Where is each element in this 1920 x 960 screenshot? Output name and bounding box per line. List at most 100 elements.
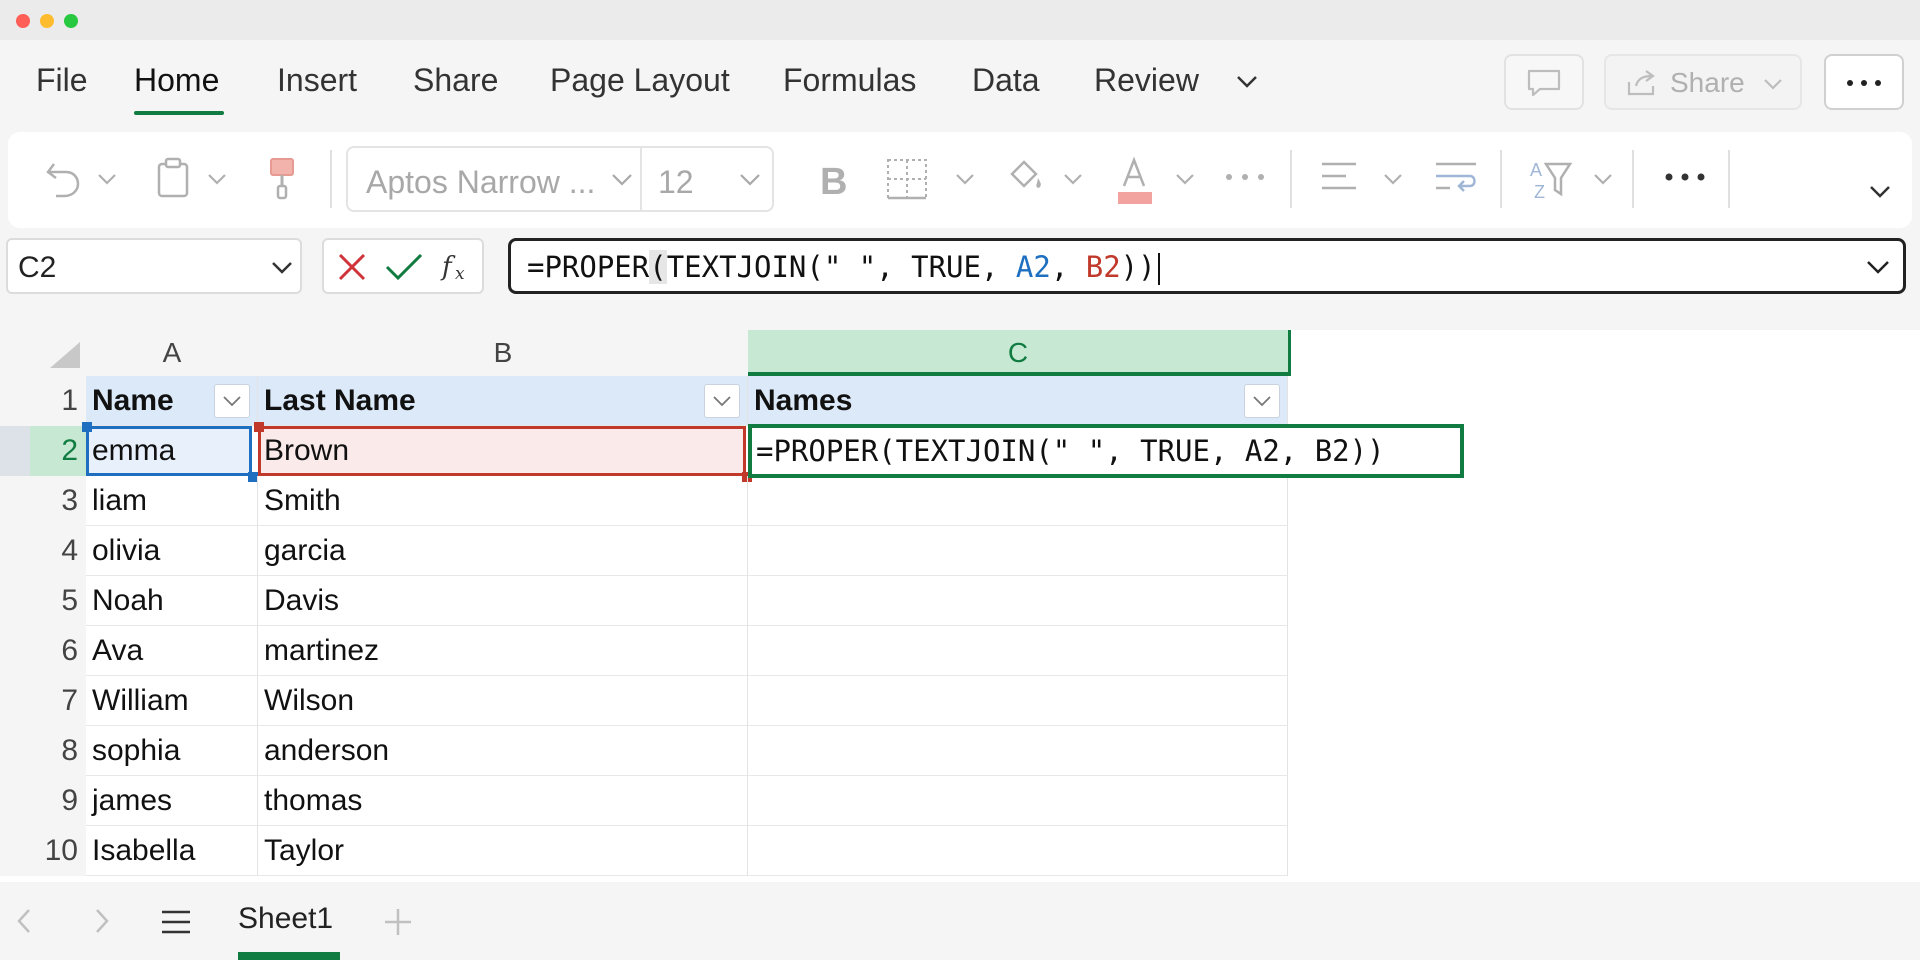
undo-icon[interactable] [44, 156, 84, 200]
more-commands-icon[interactable] [1664, 172, 1706, 182]
cell-c3[interactable] [748, 476, 1288, 526]
cell-c5[interactable] [748, 576, 1288, 626]
table-header-cell[interactable]: Names [748, 376, 1288, 426]
formula-bar-input[interactable]: =PROPER(TEXTJOIN(" ", TRUE, A2, B2)) [508, 238, 1906, 294]
cell-a2[interactable]: emma [86, 426, 258, 476]
cell-b10[interactable]: Taylor [258, 826, 748, 876]
row-header[interactable]: 8 [0, 726, 86, 776]
font-color-icon[interactable] [1116, 156, 1154, 206]
cell-a9[interactable]: james [86, 776, 258, 826]
font-name-chevron-icon[interactable] [610, 172, 634, 188]
insert-function-icon[interactable]: f x [440, 249, 476, 285]
select-all-corner[interactable] [0, 330, 86, 376]
row-header-selected[interactable]: 2 [0, 426, 86, 476]
maximize-window-button[interactable] [64, 14, 78, 28]
tab-home[interactable]: Home [134, 62, 219, 99]
cell-c9[interactable] [748, 776, 1288, 826]
borders-icon[interactable] [884, 156, 930, 202]
comments-button[interactable] [1504, 54, 1584, 110]
cell-a5[interactable]: Noah [86, 576, 258, 626]
tab-insert[interactable]: Insert [277, 62, 357, 99]
name-box[interactable]: C2 [6, 238, 302, 294]
cell-b9[interactable]: thomas [258, 776, 748, 826]
formula-text[interactable]: =PROPER(TEXTJOIN(" ", TRUE, A2, B2)) [527, 250, 1160, 285]
font-name-value[interactable]: Aptos Narrow ... [366, 164, 595, 201]
next-sheet-icon[interactable] [92, 906, 112, 936]
font-selector[interactable]: Aptos Narrow ... 12 [346, 146, 774, 212]
column-header-b[interactable]: B [258, 330, 748, 376]
cell-a6[interactable]: Ava [86, 626, 258, 676]
expand-ribbon-chevron-icon[interactable] [1868, 184, 1892, 200]
font-size-value[interactable]: 12 [658, 164, 694, 201]
cell-b3[interactable]: Smith [258, 476, 748, 526]
more-font-options-icon[interactable] [1224, 172, 1266, 182]
row-header[interactable]: 7 [0, 676, 86, 726]
align-icon[interactable] [1318, 156, 1362, 196]
previous-sheet-icon[interactable] [14, 906, 34, 936]
font-color-chevron-icon[interactable] [1174, 172, 1196, 186]
align-chevron-icon[interactable] [1382, 172, 1404, 186]
share-button[interactable]: Share [1604, 54, 1802, 110]
format-painter-icon[interactable] [266, 156, 298, 202]
add-sheet-icon[interactable] [382, 906, 414, 938]
column-header-a[interactable]: A [86, 330, 258, 376]
active-cell-formula[interactable]: =PROPER(TEXTJOIN(" ", TRUE, A2, B2)) [756, 434, 1385, 468]
row-header[interactable]: 9 [0, 776, 86, 826]
tab-review[interactable]: Review [1094, 62, 1199, 99]
cell-b6[interactable]: martinez [258, 626, 748, 676]
tab-formulas[interactable]: Formulas [783, 62, 916, 99]
column-header-c[interactable]: C [748, 330, 1288, 376]
cell-c7[interactable] [748, 676, 1288, 726]
close-window-button[interactable] [16, 14, 30, 28]
row-header[interactable]: 4 [0, 526, 86, 576]
font-size-chevron-icon[interactable] [738, 172, 762, 188]
paste-dropdown-chevron-icon[interactable] [206, 172, 228, 186]
cancel-formula-icon[interactable] [336, 251, 368, 283]
undo-dropdown-chevron-icon[interactable] [96, 172, 118, 186]
cell-b5[interactable]: Davis [258, 576, 748, 626]
table-header-cell[interactable]: Last Name [258, 376, 748, 426]
fill-color-icon[interactable] [1004, 156, 1046, 202]
row-header[interactable]: 6 [0, 626, 86, 676]
cell-c6[interactable] [748, 626, 1288, 676]
cell-c10[interactable] [748, 826, 1288, 876]
all-sheets-menu-icon[interactable] [160, 908, 192, 936]
bold-icon[interactable]: B [818, 160, 848, 200]
tab-share[interactable]: Share [413, 62, 498, 99]
cell-a8[interactable]: sophia [86, 726, 258, 776]
expand-formula-bar-chevron-icon[interactable] [1865, 259, 1891, 275]
minimize-window-button[interactable] [40, 14, 54, 28]
sort-filter-icon[interactable]: A Z [1528, 156, 1572, 202]
row-header[interactable]: 3 [0, 476, 86, 526]
cell-a10[interactable]: Isabella [86, 826, 258, 876]
cell-a7[interactable]: William [86, 676, 258, 726]
wrap-text-icon[interactable] [1432, 156, 1480, 196]
confirm-formula-icon[interactable] [384, 251, 424, 283]
sort-filter-chevron-icon[interactable] [1592, 172, 1614, 186]
cell-a3[interactable]: liam [86, 476, 258, 526]
tab-page-layout[interactable]: Page Layout [550, 62, 730, 99]
cell-b8[interactable]: anderson [258, 726, 748, 776]
row-header[interactable]: 10 [0, 826, 86, 876]
cell-b7[interactable]: Wilson [258, 676, 748, 726]
clipboard-paste-icon[interactable] [156, 156, 190, 200]
tab-data[interactable]: Data [972, 62, 1040, 99]
name-box-chevron-icon[interactable] [270, 260, 294, 276]
table-header-cell[interactable]: Name [86, 376, 258, 426]
filter-button[interactable] [704, 384, 740, 418]
more-options-button[interactable] [1824, 54, 1904, 110]
cell-b2[interactable]: Brown [258, 426, 748, 476]
sheet-tab-sheet1[interactable]: Sheet1 [238, 902, 333, 936]
cell-c8[interactable] [748, 726, 1288, 776]
name-box-value[interactable]: C2 [18, 251, 56, 285]
row-header[interactable]: 5 [0, 576, 86, 626]
row-header[interactable]: 1 [0, 376, 86, 426]
fill-color-chevron-icon[interactable] [1062, 172, 1084, 186]
cell-c4[interactable] [748, 526, 1288, 576]
cell-a4[interactable]: olivia [86, 526, 258, 576]
tab-file[interactable]: File [36, 62, 88, 99]
filter-button[interactable] [214, 384, 250, 418]
filter-button[interactable] [1244, 384, 1280, 418]
active-cell-c2[interactable]: =PROPER(TEXTJOIN(" ", TRUE, A2, B2)) [748, 424, 1464, 478]
more-tabs-chevron-icon[interactable] [1232, 70, 1262, 94]
